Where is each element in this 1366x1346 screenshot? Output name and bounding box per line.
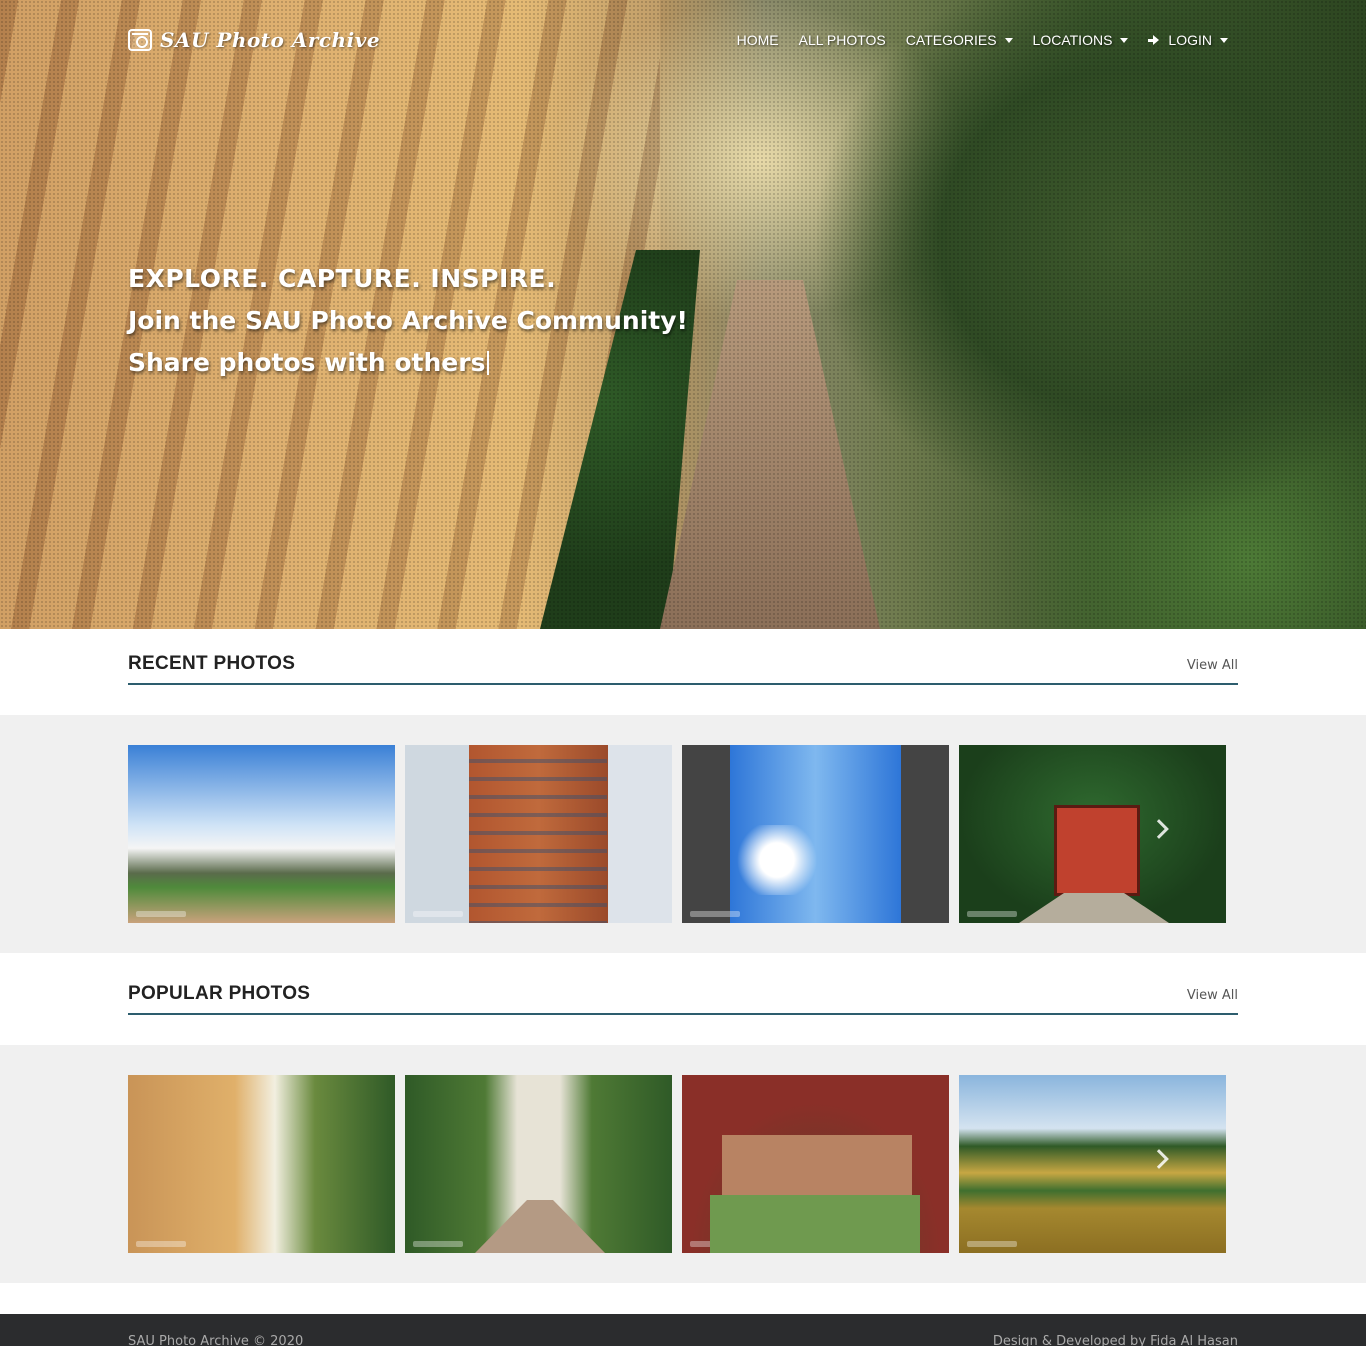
recent-view-all-link[interactable]: View All	[1187, 658, 1238, 673]
watermark	[413, 1241, 463, 1247]
watermark	[967, 1241, 1017, 1247]
photo-thumbnail[interactable]	[682, 1075, 949, 1253]
photo-thumbnail[interactable]	[959, 745, 1226, 923]
recent-photos-row	[128, 745, 1228, 923]
nav-locations-label: LOCATIONS	[1032, 32, 1113, 48]
recent-photos-carousel	[0, 715, 1366, 953]
nav-login-label: LOGIN	[1168, 32, 1212, 48]
nav-menu: HOME ALL PHOTOS CATEGORIES LOCATIONS LOG…	[717, 32, 1228, 48]
carousel-next-icon[interactable]	[1149, 819, 1169, 839]
nav-all-photos-label: ALL PHOTOS	[798, 32, 886, 48]
popular-view-all-link[interactable]: View All	[1187, 988, 1238, 1003]
brand-name: SAU Photo Archive	[160, 28, 381, 52]
hero-banner: SAU Photo Archive HOME ALL PHOTOS CATEGO…	[0, 0, 1366, 629]
nav-locations-dropdown[interactable]: LOCATIONS	[1033, 32, 1129, 48]
nav-login-dropdown[interactable]: LOGIN	[1148, 32, 1228, 48]
hero-path-image	[660, 280, 880, 629]
caret-down-icon	[1004, 37, 1013, 43]
watermark	[967, 911, 1017, 917]
watermark	[690, 1241, 740, 1247]
photo-thumbnail[interactable]	[405, 745, 672, 923]
typing-cursor	[487, 351, 490, 375]
hero-typed-text: Share photos with others	[128, 348, 486, 377]
photo-thumbnail[interactable]	[959, 1075, 1226, 1253]
recent-photos-header: RECENT PHOTOS View All	[128, 629, 1238, 685]
hero-headline: EXPLORE. CAPTURE. INSPIRE.	[128, 264, 557, 293]
caret-down-icon	[1220, 37, 1228, 43]
nav-home-label: HOME	[736, 32, 779, 48]
popular-photos-carousel	[0, 1045, 1366, 1283]
sign-in-icon	[1148, 34, 1162, 46]
nav-categories-dropdown[interactable]: CATEGORIES	[906, 32, 1013, 48]
watermark	[136, 911, 186, 917]
watermark	[690, 911, 740, 917]
popular-photos-title: POPULAR PHOTOS	[128, 983, 311, 1004]
hero-text: EXPLORE. CAPTURE. INSPIRE. Join the SAU …	[128, 258, 688, 384]
photo-thumbnail[interactable]	[405, 1075, 672, 1253]
popular-photos-row	[128, 1075, 1228, 1253]
photo-thumbnail[interactable]	[128, 1075, 395, 1253]
nav-all-photos[interactable]: ALL PHOTOS	[799, 32, 886, 48]
caret-down-icon	[1120, 37, 1129, 43]
hero-subheadline: Join the SAU Photo Archive Community!	[128, 306, 688, 335]
popular-photos-header: POPULAR PHOTOS View All	[128, 959, 1238, 1015]
hero-typed-line: Share photos with others	[128, 342, 688, 384]
carousel-next-icon[interactable]	[1149, 1149, 1169, 1169]
recent-photos-title: RECENT PHOTOS	[128, 653, 296, 674]
nav-home[interactable]: HOME	[737, 32, 779, 48]
photo-thumbnail[interactable]	[128, 745, 395, 923]
footer-credit: Design & Developed by Fida Al Hasan	[992, 1334, 1238, 1346]
brand-link[interactable]: SAU Photo Archive	[128, 28, 380, 52]
footer-copyright: SAU Photo Archive © 2020	[128, 1334, 304, 1346]
watermark	[413, 911, 463, 917]
photo-thumbnail[interactable]	[682, 745, 949, 923]
camera-icon	[128, 29, 152, 51]
nav-categories-label: CATEGORIES	[905, 32, 997, 48]
footer: SAU Photo Archive © 2020 Design & Develo…	[0, 1314, 1366, 1346]
navbar: SAU Photo Archive HOME ALL PHOTOS CATEGO…	[128, 24, 1238, 58]
watermark	[136, 1241, 186, 1247]
